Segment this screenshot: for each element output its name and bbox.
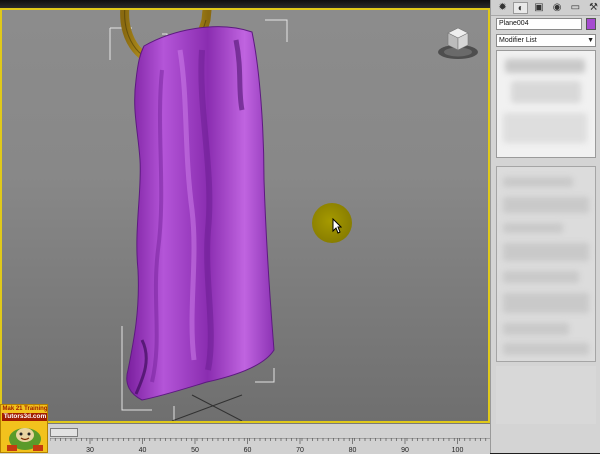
command-panel-lower-area xyxy=(496,366,596,424)
perspective-viewport[interactable] xyxy=(0,8,490,423)
viewport-scene xyxy=(109,10,288,421)
watermark-line2: Tutors3d.com xyxy=(2,413,47,421)
timeline-bar[interactable]: 30 40 50 60 70 80 90 100 xyxy=(0,423,490,454)
display-icon[interactable]: ▭ xyxy=(568,2,583,14)
time-slider-handle[interactable] xyxy=(50,428,78,437)
viewcube-icon[interactable] xyxy=(436,22,480,62)
tutors3d-watermark-logo: Mak 21 Training Tutors3d.com xyxy=(0,404,48,453)
modify-icon[interactable]: ◐ xyxy=(513,1,529,14)
create-icon[interactable]: ✹ xyxy=(495,2,510,14)
modifier-parameters-rollout[interactable] xyxy=(496,166,596,362)
command-panel-tabs: ✹ ◐ ▣ ◉ ▭ ⚒ xyxy=(491,0,600,16)
modifier-list-label: Modifier List xyxy=(499,37,537,44)
hierarchy-icon[interactable]: ▣ xyxy=(531,2,546,14)
cartoon-mascot-icon xyxy=(7,428,43,451)
mouse-pointer-icon xyxy=(332,218,342,234)
chevron-down-icon: ▼ xyxy=(587,37,594,44)
motion-icon[interactable]: ◉ xyxy=(550,2,565,14)
object-name-field[interactable]: Plane004 xyxy=(496,18,582,30)
timeline-ruler[interactable]: 30 40 50 60 70 80 90 100 xyxy=(50,438,490,454)
utilities-icon[interactable]: ⚒ xyxy=(586,2,600,14)
modifier-stack-list[interactable] xyxy=(496,50,596,158)
watermark-line1: Mak 21 Training xyxy=(2,406,48,412)
object-color-swatch[interactable] xyxy=(586,18,596,30)
modifier-list-dropdown[interactable]: Modifier List ▼ xyxy=(496,34,596,47)
purple-cloth xyxy=(126,26,275,401)
ground-lines xyxy=(171,394,243,421)
